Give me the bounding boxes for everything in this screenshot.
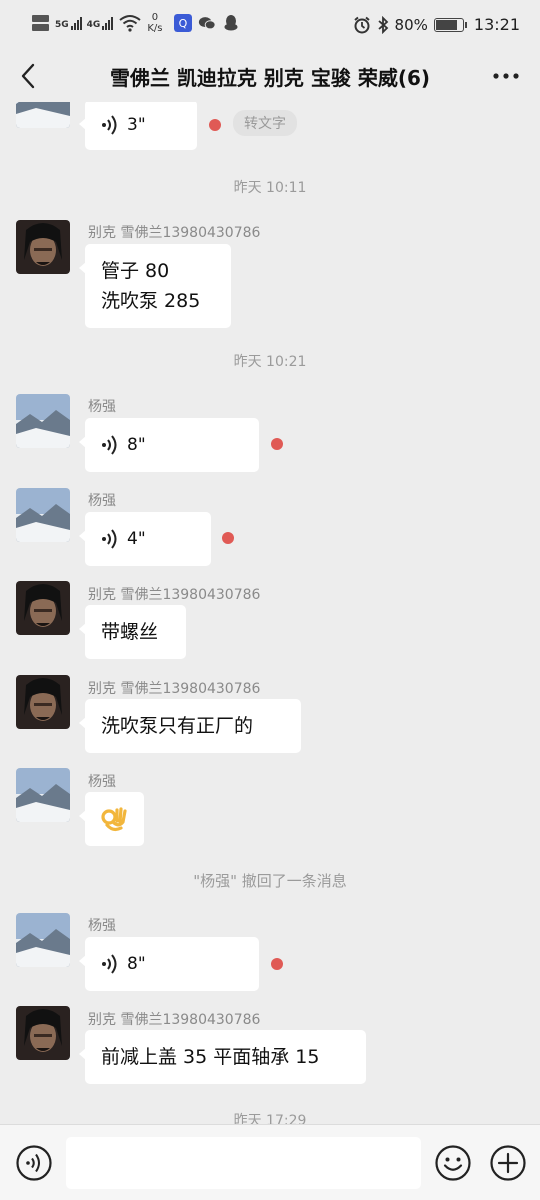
emoji-message-bubble[interactable] <box>79 792 144 846</box>
sender-name: 别克 雪佛兰13980430786 <box>88 681 261 697</box>
voice-wave-icon <box>102 954 117 974</box>
unread-dot <box>271 438 283 450</box>
chat-screen: 5G 4G 0 K/s Q 80% 13:21 雪佛兰 凯迪拉克 别克 宝骏 荣… <box>0 0 540 1200</box>
unread-dot <box>209 119 221 131</box>
svg-text:Q: Q <box>179 17 188 30</box>
input-bar <box>0 1124 540 1200</box>
bluetooth-icon <box>377 15 388 34</box>
text-message-bubble[interactable]: 带螺丝 <box>79 605 186 659</box>
avatar[interactable] <box>16 1006 70 1060</box>
net-speed-unit: K/s <box>147 23 163 34</box>
avatar[interactable] <box>16 394 70 448</box>
avatar[interactable] <box>16 675 70 729</box>
status-right: 80% 13:21 <box>353 15 520 34</box>
voice-duration: 8" <box>127 435 146 455</box>
sender-name: 杨强 <box>88 399 116 415</box>
timestamp: 昨天 10:11 <box>233 180 307 196</box>
emoji-icon[interactable] <box>434 1144 472 1182</box>
unread-dot <box>271 958 283 970</box>
alarm-icon <box>353 16 370 33</box>
net-speed: 0 K/s <box>147 12 162 34</box>
avatar[interactable] <box>16 768 70 822</box>
qq-browser-icon: Q <box>174 14 193 32</box>
back-arrow-icon <box>21 63 35 89</box>
avatar[interactable] <box>16 913 70 967</box>
voice-message-bubble[interactable]: 3" <box>79 102 197 150</box>
back-button[interactable] <box>12 60 44 92</box>
sender-name: 别克 雪佛兰13980430786 <box>88 1012 261 1028</box>
voice-mode-icon[interactable] <box>15 1144 53 1182</box>
avatar[interactable] <box>16 488 70 542</box>
voice-message-bubble[interactable]: 4" <box>79 512 211 566</box>
battery-icon <box>433 17 467 32</box>
message-input[interactable] <box>66 1137 421 1189</box>
hd-icon <box>32 15 49 31</box>
avatar[interactable] <box>16 102 70 128</box>
voice-duration: 3" <box>127 115 146 135</box>
qq-icon <box>224 15 238 31</box>
net-label-5g: 5G <box>55 20 69 30</box>
unread-dot <box>222 532 234 544</box>
text-message-bubble[interactable]: 管子 80 洗吹泵 285 <box>79 244 231 328</box>
chat-title: 雪佛兰 凯迪拉克 别克 宝骏 荣威(6) <box>109 66 431 90</box>
text-message-bubble[interactable]: 洗吹泵只有正厂的 <box>79 699 301 753</box>
message-text-line: 洗吹泵 285 <box>101 290 201 312</box>
transcribe-button[interactable]: 转文字 <box>233 110 297 136</box>
wifi-icon <box>119 15 141 32</box>
voice-wave-icon <box>102 115 117 135</box>
battery-percent: 80% <box>394 15 428 34</box>
voice-message-bubble[interactable]: 8" <box>79 937 259 991</box>
more-button[interactable] <box>490 62 522 90</box>
chat-header: 雪佛兰 凯迪拉克 别克 宝骏 荣威(6) <box>0 50 540 102</box>
sender-name: 别克 雪佛兰13980430786 <box>88 225 261 241</box>
battery-fill <box>435 19 457 30</box>
net-label-4g: 4G <box>86 20 101 30</box>
voice-duration: 8" <box>127 954 146 974</box>
voice-wave-icon <box>102 529 117 549</box>
more-dots-icon <box>493 73 519 79</box>
voice-duration: 4" <box>127 529 146 549</box>
message-text-line: 管子 80 <box>101 260 170 282</box>
recall-notice: "杨强" 撤回了一条消息 <box>193 872 347 890</box>
plus-icon[interactable] <box>489 1144 527 1182</box>
timestamp: 昨天 17:29 <box>233 1113 307 1124</box>
net-speed-value: 0 <box>151 12 159 23</box>
wechat-icon <box>199 17 217 30</box>
ok-hand-emoji <box>101 807 127 832</box>
sender-name: 杨强 <box>88 918 116 934</box>
voice-message-bubble[interactable]: 8" <box>79 418 259 472</box>
status-bar: 5G 4G 0 K/s Q 80% 13:21 <box>0 0 540 50</box>
message-text-line: 前减上盖 35 平面轴承 15 <box>101 1046 320 1068</box>
sender-name: 杨强 <box>88 493 116 509</box>
clock: 13:21 <box>473 15 520 34</box>
voice-wave-icon <box>102 435 117 455</box>
message-text-line: 洗吹泵只有正厂的 <box>101 715 254 737</box>
text-message-bubble[interactable]: 前减上盖 35 平面轴承 15 <box>79 1030 366 1084</box>
message-text-line: 带螺丝 <box>101 621 159 643</box>
avatar[interactable] <box>16 581 70 635</box>
avatar[interactable] <box>16 220 70 274</box>
sender-name: 杨强 <box>88 774 116 790</box>
timestamp: 昨天 10:21 <box>233 354 307 370</box>
message-list[interactable]: 3" 转文字 昨天 10:11 别克 雪佛兰13980430786 管子 80 … <box>0 102 540 1124</box>
signal-icon: 5G 4G <box>55 16 114 30</box>
status-left: 5G 4G 0 K/s Q <box>32 12 240 34</box>
sender-name: 别克 雪佛兰13980430786 <box>88 587 261 603</box>
